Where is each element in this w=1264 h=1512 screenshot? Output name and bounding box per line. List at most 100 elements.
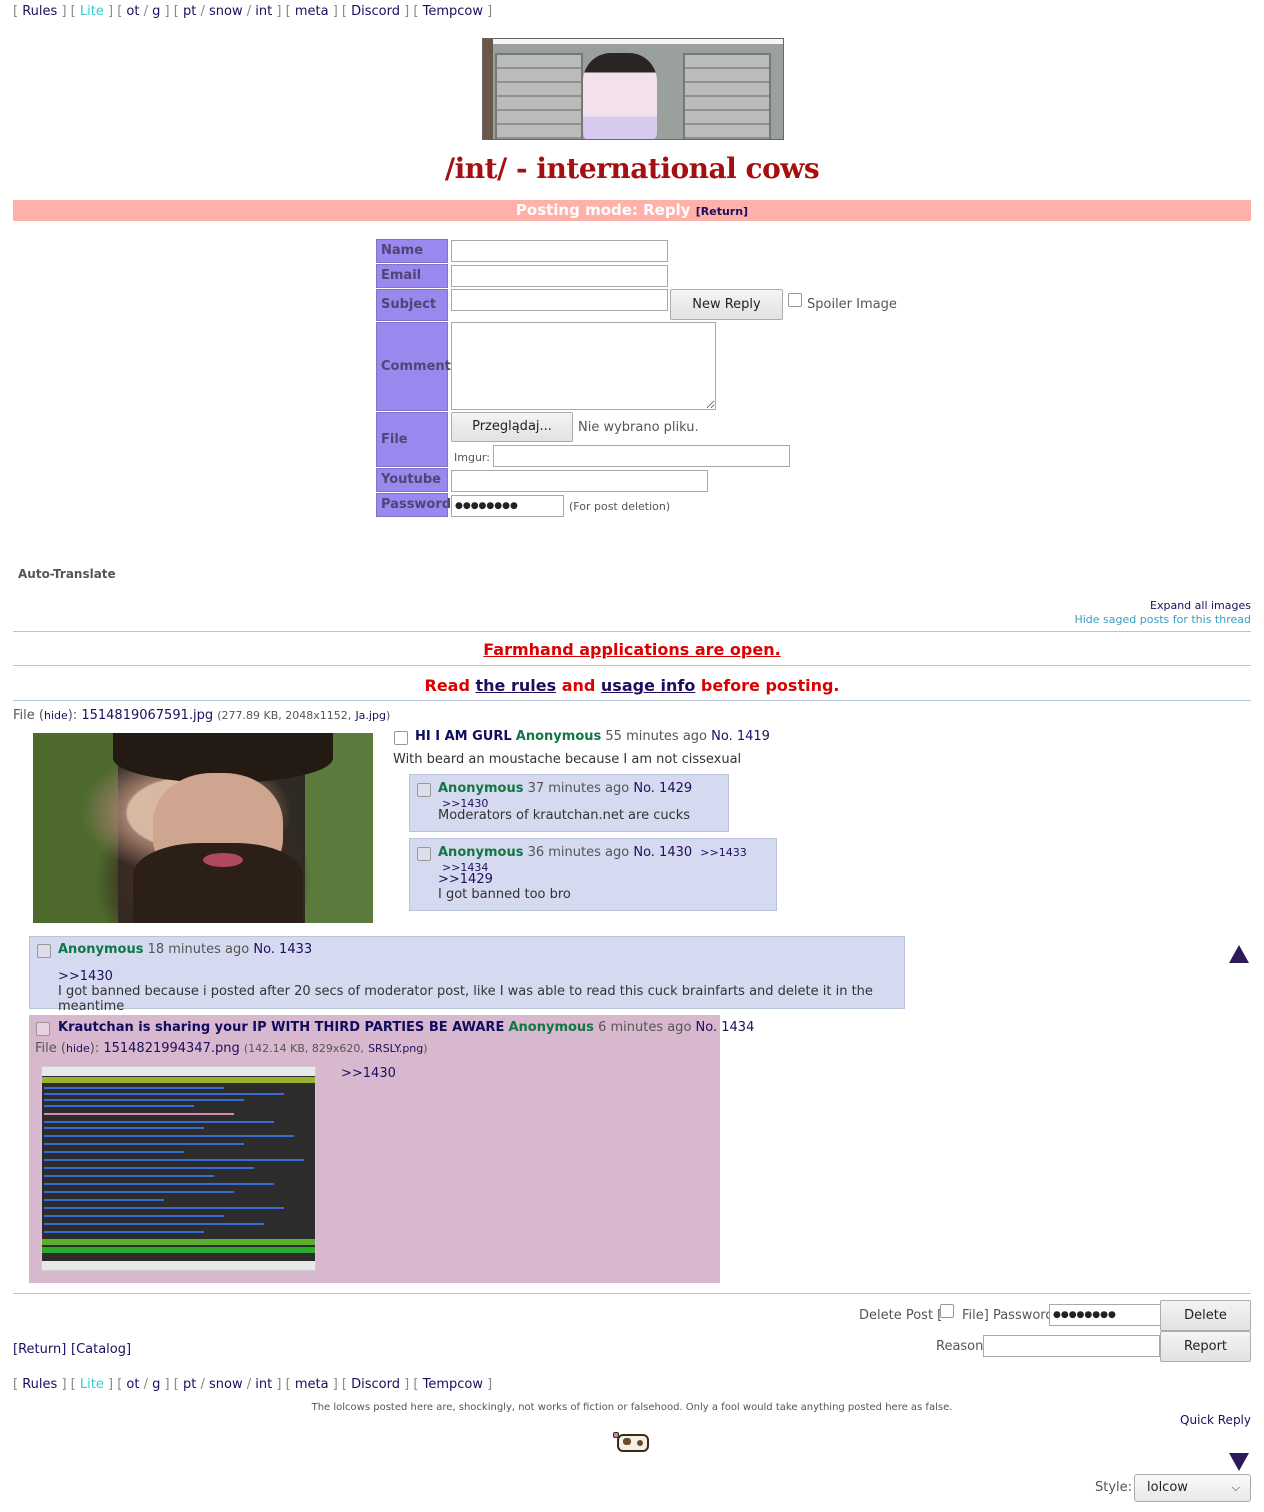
bracket: [ — [285, 1377, 291, 1392]
spoiler-checkbox[interactable] — [788, 293, 802, 307]
reply-post-number[interactable]: No. 1433 — [253, 942, 312, 957]
quote-link[interactable]: >>1429 — [438, 872, 493, 887]
reply-name: Anonymous — [438, 845, 524, 860]
scroll-top-arrow-icon[interactable] — [1229, 945, 1249, 963]
board-link-rules[interactable]: Rules — [22, 4, 57, 19]
reply-select-checkbox[interactable] — [36, 1022, 50, 1036]
expand-all-images-link[interactable]: Expand all images — [1150, 599, 1251, 612]
reply-select-checkbox[interactable] — [417, 847, 431, 861]
reply-name: Anonymous — [438, 781, 524, 796]
quote-link[interactable]: >>1430 — [341, 1066, 396, 1081]
bracket: ] — [332, 4, 338, 19]
farmhand-link[interactable]: Farmhand applications are open. — [483, 640, 780, 659]
separator: / — [143, 4, 148, 19]
backlink[interactable]: >>1433 — [700, 846, 746, 859]
board-link-meta[interactable]: meta — [295, 1377, 329, 1392]
auto-translate-label[interactable]: Auto-Translate — [18, 567, 116, 581]
reply-post-number[interactable]: No. 1434 — [696, 1020, 755, 1035]
footer-disclaimer: The lolcows posted here are, shockingly,… — [311, 1402, 953, 1413]
return-link[interactable]: [Return] — [696, 205, 748, 218]
board-link-discord[interactable]: Discord — [351, 1377, 400, 1392]
email-label: Email — [376, 264, 448, 288]
reply-header: Anonymous 37 minutes ago No. 1429 >>1430 — [438, 781, 728, 811]
board-link-lite[interactable]: Lite — [80, 1377, 104, 1392]
board-link-discord[interactable]: Discord — [351, 4, 400, 19]
bracket: [ — [117, 1377, 123, 1392]
board-title: /int/ - international cows — [444, 152, 820, 185]
catalog-link[interactable]: [Catalog] — [71, 1342, 131, 1357]
board-link-pt[interactable]: pt — [183, 4, 196, 19]
file-close: ) — [385, 709, 391, 722]
rules-link[interactable]: the rules — [476, 676, 557, 695]
reply-time: 37 minutes ago — [527, 781, 630, 796]
op-original-filename[interactable]: Ja.jpg — [355, 709, 386, 722]
file-label: File — [376, 412, 448, 467]
board-link-tempcow[interactable]: Tempcow — [423, 4, 483, 19]
reply-original-filename[interactable]: SRSLY.png — [368, 1042, 423, 1055]
file-only-checkbox[interactable] — [940, 1304, 954, 1318]
board-link-int[interactable]: int — [255, 1377, 272, 1392]
browse-button[interactable]: Przeglądaj... — [451, 412, 573, 442]
usage-info-link[interactable]: usage info — [601, 676, 695, 695]
board-link-int[interactable]: int — [255, 4, 272, 19]
comment-label: Comment — [376, 322, 451, 411]
reply-select-checkbox[interactable] — [417, 783, 431, 797]
report-button[interactable]: Report — [1160, 1331, 1251, 1362]
op-image[interactable] — [33, 733, 373, 923]
report-reason-field[interactable] — [983, 1335, 1160, 1357]
scroll-bottom-arrow-icon[interactable] — [1229, 1453, 1249, 1471]
board-link-ot[interactable]: ot — [126, 4, 139, 19]
reply-image[interactable] — [41, 1066, 316, 1271]
style-select[interactable]: lolcow ⌵ — [1134, 1474, 1251, 1502]
hide-image-link[interactable]: hide — [66, 1042, 90, 1055]
reply-post-number[interactable]: No. 1429 — [633, 781, 692, 796]
quote-link[interactable]: >>1430 — [58, 969, 113, 984]
return-link-bottom[interactable]: [Return] — [13, 1342, 66, 1357]
comment-field[interactable] — [451, 322, 716, 410]
board-link-meta[interactable]: meta — [295, 4, 329, 19]
no-file-text: Nie wybrano pliku. — [578, 420, 699, 435]
reply-filename-link[interactable]: 1514821994347.png — [103, 1041, 239, 1056]
email-field[interactable] — [451, 265, 668, 287]
board-link-lite[interactable]: Lite — [80, 4, 104, 19]
reply-post-number[interactable]: No. 1430 — [633, 845, 692, 860]
board-link-ot[interactable]: ot — [126, 1377, 139, 1392]
op-post-number[interactable]: No. 1419 — [711, 729, 770, 744]
bracket: ] — [487, 1377, 493, 1392]
bracket: [ — [413, 4, 419, 19]
imgur-field[interactable] — [493, 445, 790, 467]
board-link-tempcow[interactable]: Tempcow — [423, 1377, 483, 1392]
cow-mascot-icon — [613, 1430, 653, 1456]
board-link-snow[interactable]: snow — [209, 4, 243, 19]
bracket: [ — [117, 4, 123, 19]
password-field[interactable]: ●●●●●●●● — [451, 495, 564, 517]
board-link-g[interactable]: g — [152, 1377, 160, 1392]
board-link-snow[interactable]: snow — [209, 1377, 243, 1392]
banner-figure — [583, 53, 657, 139]
subject-label: Subject — [376, 289, 448, 321]
delete-password-field[interactable]: ●●●●●●●● — [1049, 1304, 1163, 1326]
reply-select-checkbox[interactable] — [37, 944, 51, 958]
youtube-field[interactable] — [451, 470, 708, 492]
hide-image-link[interactable]: hide — [44, 709, 68, 722]
name-field[interactable] — [451, 240, 668, 262]
board-link-rules[interactable]: Rules — [22, 1377, 57, 1392]
farmhand-announcement[interactable]: Farmhand applications are open. — [0, 640, 1264, 659]
board-link-g[interactable]: g — [152, 4, 160, 19]
quick-reply-link[interactable]: Quick Reply — [1180, 1413, 1251, 1427]
bracket: ] — [276, 1377, 282, 1392]
announce-read: Read — [424, 676, 470, 695]
file-details: (142.14 KB, 829x620, — [243, 1042, 364, 1055]
op-select-checkbox[interactable] — [394, 731, 408, 745]
board-link-pt[interactable]: pt — [183, 1377, 196, 1392]
reply-body: Moderators of krautchan.net are cucks — [438, 808, 691, 823]
new-reply-button[interactable]: New Reply — [670, 289, 783, 320]
op-filename-link[interactable]: 1514819067591.jpg — [81, 708, 213, 723]
separator: / — [200, 1377, 205, 1392]
reply-time: 36 minutes ago — [527, 845, 630, 860]
subject-field[interactable] — [451, 289, 668, 311]
board-banner[interactable] — [482, 38, 784, 140]
hide-saged-link[interactable]: Hide saged posts for this thread — [1074, 613, 1251, 626]
delete-post-label: Delete Post [ — [859, 1308, 943, 1323]
delete-button[interactable]: Delete — [1160, 1300, 1251, 1331]
